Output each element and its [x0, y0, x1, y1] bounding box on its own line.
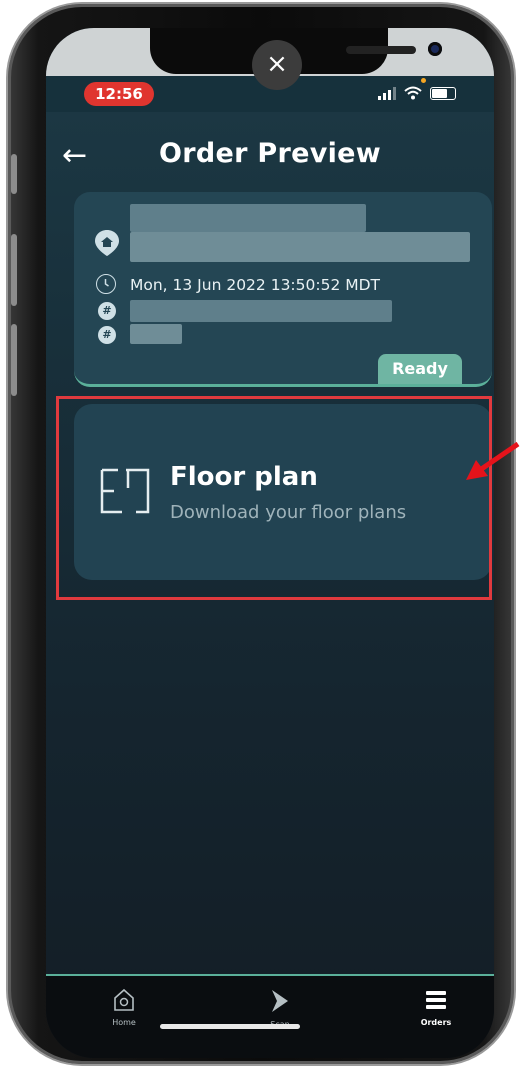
redacted-order-number [130, 324, 182, 344]
hash-icon: # [98, 302, 116, 320]
volume-down-button [11, 324, 17, 396]
location-pin-icon [95, 230, 119, 256]
silent-switch [11, 154, 17, 194]
close-overlay-button[interactable]: × [252, 40, 302, 90]
tab-orders-label: Orders [420, 1018, 452, 1027]
clock-icon [96, 274, 116, 294]
scan-icon [272, 990, 288, 1012]
status-icons [378, 86, 456, 100]
tab-scan[interactable]: Scan [240, 988, 320, 1029]
order-datetime: Mon, 13 Jun 2022 13:50:52 MDT [130, 276, 381, 294]
speaker-grille [346, 46, 416, 54]
signal-icon [378, 86, 396, 100]
status-time: 12:56 [84, 82, 154, 106]
annotation-highlight-box [56, 396, 492, 600]
order-info-card: Mon, 13 Jun 2022 13:50:52 MDT # # Ready [74, 192, 492, 387]
orders-list-icon [426, 991, 446, 1009]
bottom-tab-bar: Home Scan Orders [46, 974, 494, 1058]
hash-icon: # [98, 326, 116, 344]
home-indicator [160, 1024, 300, 1029]
tab-orders[interactable]: Orders [396, 988, 476, 1027]
battery-icon [430, 87, 456, 100]
top-app-bar: ← Order Preview [46, 128, 494, 188]
redacted-address-line-2 [130, 232, 470, 262]
wifi-icon [404, 86, 422, 100]
tab-home[interactable]: Home [84, 988, 164, 1027]
home-icon [114, 988, 134, 1011]
tab-home-label: Home [112, 1018, 136, 1027]
annotation-arrow-icon [466, 441, 520, 480]
volume-up-button [11, 234, 17, 306]
mic-indicator-dot [421, 78, 426, 83]
front-camera [428, 42, 442, 56]
status-badge: Ready [378, 354, 462, 384]
redacted-order-id [130, 300, 392, 322]
page-title: Order Preview [158, 138, 382, 169]
redacted-address-line-1 [130, 204, 366, 232]
